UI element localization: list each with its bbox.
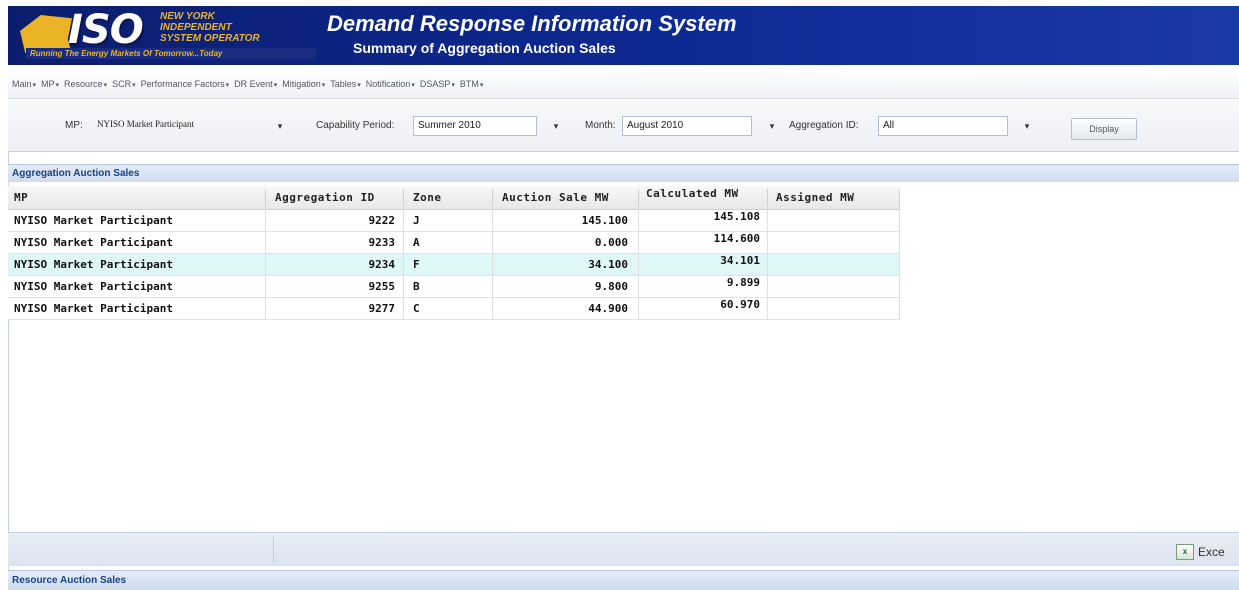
- filter-toolbar: MP: NYISO Market Participant ▾ Capabilit…: [8, 100, 1239, 152]
- chevron-down-icon: ▾: [103, 81, 108, 89]
- chevron-down-icon: ▾: [479, 81, 484, 89]
- menu-dsasp[interactable]: DSASP▾: [420, 79, 455, 89]
- excel-icon: x: [1176, 544, 1194, 560]
- display-button[interactable]: Display: [1071, 118, 1137, 140]
- column-header-mp[interactable]: MP: [14, 191, 28, 204]
- table-row[interactable]: NYISO Market Participant 9255 B 9.800 9.…: [8, 276, 900, 298]
- grid-header: MP Aggregation ID Zone Auction Sale MW C…: [8, 186, 1239, 210]
- cell-zone: F: [413, 258, 420, 271]
- table-row-selected[interactable]: NYISO Market Participant 9234 F 34.100 3…: [8, 254, 900, 276]
- cell-zone: J: [413, 214, 420, 227]
- menu-mitigation[interactable]: Mitigation▾: [282, 79, 325, 89]
- capability-dropdown-icon[interactable]: ▾: [547, 116, 565, 136]
- chevron-down-icon: ▾: [132, 81, 136, 89]
- cell-auction-sale-mw: 145.100: [581, 214, 628, 227]
- month-dropdown-icon[interactable]: ▾: [763, 116, 781, 136]
- logo-line-3: SYSTEM OPERATOR: [160, 33, 260, 44]
- aggregation-dropdown-icon[interactable]: ▾: [1018, 116, 1036, 136]
- page-subtitle: Summary of Aggregation Auction Sales: [353, 40, 616, 56]
- chevron-down-icon: ▾: [321, 81, 326, 89]
- cell-mp: NYISO Market Participant: [14, 280, 173, 293]
- cell-mp: NYISO Market Participant: [14, 258, 173, 271]
- main-menu-bar: Main▾ MP▾ Resource▾ SCR▾ Performance Fac…: [8, 69, 1239, 99]
- table-row[interactable]: NYISO Market Participant 9277 C 44.900 6…: [8, 298, 900, 320]
- cell-zone: B: [413, 280, 420, 293]
- app-title: Demand Response Information System: [327, 11, 737, 36]
- month-label: Month:: [585, 120, 616, 131]
- aggregation-grid: NYISO Market Participant 9222 J 145.100 …: [8, 210, 900, 320]
- capability-period-select[interactable]: Summer 2010: [413, 116, 537, 136]
- export-excel-button[interactable]: x Exce: [1176, 541, 1239, 563]
- cell-mp: NYISO Market Participant: [14, 236, 173, 249]
- cell-aggregation-id: 9255: [368, 280, 396, 293]
- cell-mp: NYISO Market Participant: [14, 214, 173, 227]
- chevron-down-icon: ▾: [357, 81, 361, 89]
- column-header-calculated-mw[interactable]: Calculated MW: [646, 187, 739, 200]
- chevron-down-icon: ▾: [55, 81, 60, 89]
- cell-aggregation-id: 9277: [368, 302, 396, 315]
- table-row[interactable]: NYISO Market Participant 9233 A 0.000 11…: [8, 232, 900, 254]
- menu-notification[interactable]: Notification▾: [366, 79, 415, 89]
- menu-dr-event[interactable]: DR Event▾: [234, 79, 277, 89]
- chevron-down-icon: ▾: [32, 81, 37, 89]
- cell-calculated-mw: 9.899: [726, 276, 760, 289]
- cell-auction-sale-mw: 9.800: [594, 280, 628, 293]
- mp-select[interactable]: NYISO Market Participant: [93, 116, 263, 136]
- logo-line-2: INDEPENDENT: [160, 22, 232, 33]
- logo-iso-text: ISO: [68, 7, 144, 53]
- menu-performance-factors[interactable]: Performance Factors▾: [141, 79, 230, 89]
- menu-scr[interactable]: SCR▾: [112, 79, 136, 89]
- logo-tagline: Running The Energy Markets Of Tomorrow..…: [26, 48, 316, 59]
- aggregation-id-label: Aggregation ID:: [789, 120, 859, 131]
- cell-calculated-mw: 34.101: [720, 254, 760, 267]
- cell-aggregation-id: 9233: [368, 236, 396, 249]
- table-row[interactable]: NYISO Market Participant 9222 J 145.100 …: [8, 210, 900, 232]
- cell-mp: NYISO Market Participant: [14, 302, 173, 315]
- cell-aggregation-id: 9222: [368, 214, 396, 227]
- chevron-down-icon: ▾: [225, 81, 230, 89]
- capability-period-label: Capability Period:: [316, 120, 395, 131]
- chevron-down-icon: ▾: [451, 81, 455, 89]
- chevron-down-icon: ▾: [411, 81, 415, 89]
- cell-calculated-mw: 114.600: [713, 232, 760, 245]
- menu-main[interactable]: Main▾: [12, 79, 36, 89]
- column-header-assigned-mw[interactable]: Assigned MW: [776, 191, 854, 204]
- mp-label: MP:: [65, 120, 83, 131]
- export-excel-label: Exce: [1198, 545, 1225, 559]
- cell-zone: A: [413, 236, 420, 249]
- cell-calculated-mw: 60.970: [720, 298, 760, 311]
- mp-dropdown-icon[interactable]: ▾: [271, 116, 289, 136]
- menu-mp[interactable]: MP▾: [41, 79, 59, 89]
- nyiso-logo[interactable]: ISO NEW YORK INDEPENDENT SYSTEM OPERATOR…: [20, 7, 316, 59]
- cell-auction-sale-mw: 0.000: [594, 236, 628, 249]
- cell-calculated-mw: 145.108: [713, 210, 760, 223]
- column-header-auction-sale-mw[interactable]: Auction Sale MW: [502, 191, 609, 204]
- menu-resource[interactable]: Resource▾: [64, 79, 107, 89]
- chevron-down-icon: ▾: [273, 81, 278, 89]
- month-select[interactable]: August 2010: [622, 116, 752, 136]
- cell-zone: C: [413, 302, 420, 315]
- menu-tables[interactable]: Tables▾: [330, 79, 361, 89]
- grid-footer-toolbar: x Exce: [8, 532, 1239, 566]
- cell-aggregation-id: 9234: [368, 258, 396, 271]
- logo-line-1: NEW YORK: [160, 11, 215, 22]
- column-header-zone[interactable]: Zone: [413, 191, 442, 204]
- cell-auction-sale-mw: 34.100: [588, 258, 628, 271]
- menu-btm[interactable]: BTM▾: [460, 79, 484, 89]
- header-banner: ISO NEW YORK INDEPENDENT SYSTEM OPERATOR…: [8, 6, 1239, 65]
- aggregation-id-select[interactable]: All: [878, 116, 1008, 136]
- aggregation-panel-title: Aggregation Auction Sales: [8, 164, 1239, 182]
- column-header-aggregation-id[interactable]: Aggregation ID: [275, 191, 375, 204]
- cell-auction-sale-mw: 44.900: [588, 302, 628, 315]
- resource-panel-title: Resource Auction Sales: [8, 570, 1239, 590]
